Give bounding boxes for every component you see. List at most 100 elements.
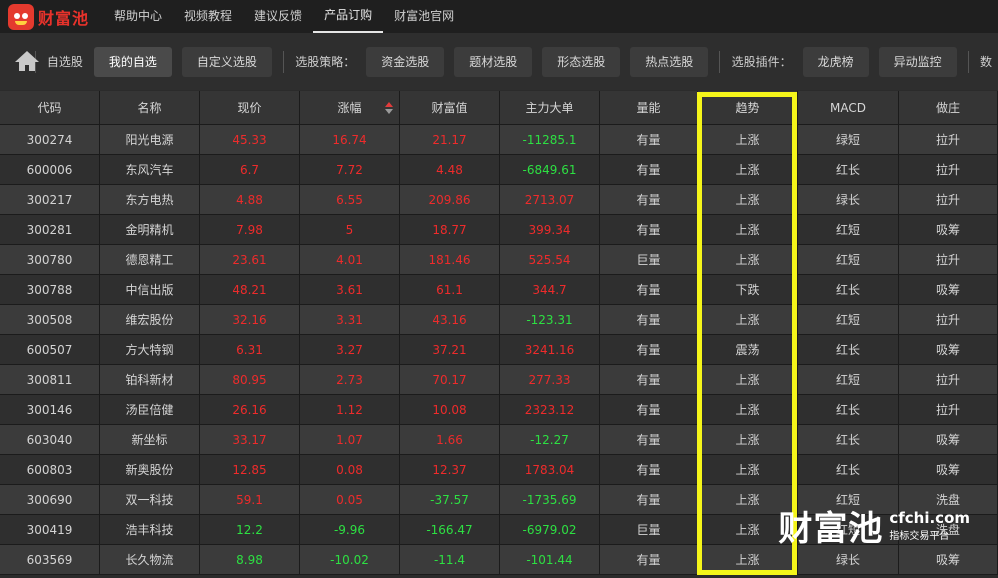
cell-main-order: -6979.02 bbox=[500, 515, 600, 544]
table-row[interactable]: 603040 新坐标 33.17 1.07 1.66 -12.27 有量 上涨 红长 吸筹 bbox=[0, 425, 998, 455]
cell-wealth: 21.17 bbox=[400, 125, 500, 154]
cell-volume: 有量 bbox=[600, 485, 698, 514]
plugin-label: 选股插件： bbox=[731, 55, 792, 69]
cell-trend: 上涨 bbox=[698, 125, 798, 154]
header-wealth[interactable]: 财富值 bbox=[400, 91, 500, 124]
table-row[interactable]: 300281 金明精机 7.98 5 18.77 399.34 有量 上涨 红短 吸筹 bbox=[0, 215, 998, 245]
cell-name: 阳光电源 bbox=[100, 125, 200, 154]
cell-dealer: 拉升 bbox=[899, 365, 998, 394]
cell-price: 4.88 bbox=[200, 185, 300, 214]
sort-arrows-icon[interactable] bbox=[385, 102, 393, 114]
table-row[interactable]: 600507 方大特钢 6.31 3.27 37.21 3241.16 有量 震荡 红长 吸筹 bbox=[0, 335, 998, 365]
table-row[interactable]: 300788 中信出版 48.21 3.61 61.1 344.7 有量 下跌 红长 吸筹 bbox=[0, 275, 998, 305]
cell-code: 603569 bbox=[0, 545, 100, 574]
cell-trend: 上涨 bbox=[698, 425, 798, 454]
cell-dealer: 拉升 bbox=[899, 185, 998, 214]
cell-wealth: 181.46 bbox=[400, 245, 500, 274]
nav-video-tutorials[interactable]: 视频教程 bbox=[173, 0, 243, 33]
app-logo[interactable]: 财富池 bbox=[8, 3, 90, 30]
cell-dealer: 吸筹 bbox=[899, 215, 998, 244]
cell-code: 603040 bbox=[0, 425, 100, 454]
cell-main-order: -123.31 bbox=[500, 305, 600, 334]
table-row[interactable]: 300508 维宏股份 32.16 3.31 43.16 -123.31 有量 上涨 红短 拉升 bbox=[0, 305, 998, 335]
cell-main-order: -101.44 bbox=[500, 545, 600, 574]
cell-price: 6.7 bbox=[200, 155, 300, 184]
toolbar-overflow-text[interactable]: 数 bbox=[980, 53, 992, 70]
cell-volume: 有量 bbox=[600, 545, 698, 574]
table-row[interactable]: 300217 东方电热 4.88 6.55 209.86 2713.07 有量 上涨 绿长 拉升 bbox=[0, 185, 998, 215]
strategy-theme-button[interactable]: 题材选股 bbox=[454, 46, 533, 77]
cell-name: 双一科技 bbox=[100, 485, 200, 514]
header-dealer[interactable]: 做庄 bbox=[899, 91, 998, 124]
table-row[interactable]: 300811 铂科新材 80.95 2.73 70.17 277.33 有量 上涨 红短 拉升 bbox=[0, 365, 998, 395]
cell-name: 浩丰科技 bbox=[100, 515, 200, 544]
plugin-anomaly-button[interactable]: 异动监控 bbox=[878, 46, 957, 77]
my-watchlist-button[interactable]: 我的自选 bbox=[93, 46, 172, 77]
header-code[interactable]: 代码 bbox=[0, 91, 100, 124]
top-menu-bar: 财富池 帮助中心 视频教程 建议反馈 产品订购 财富池官网 bbox=[0, 0, 998, 33]
header-main-order[interactable]: 主力大单 bbox=[500, 91, 600, 124]
cell-code: 300274 bbox=[0, 125, 100, 154]
cell-price: 8.98 bbox=[200, 545, 300, 574]
cell-code: 300788 bbox=[0, 275, 100, 304]
cell-change: 1.12 bbox=[300, 395, 400, 424]
cell-price: 7.98 bbox=[200, 215, 300, 244]
cell-wealth: -37.57 bbox=[400, 485, 500, 514]
cell-price: 23.61 bbox=[200, 245, 300, 274]
cell-trend: 上涨 bbox=[698, 185, 798, 214]
nav-official-site[interactable]: 财富池官网 bbox=[383, 0, 465, 33]
cell-name: 方大特钢 bbox=[100, 335, 200, 364]
cell-macd: 红短 bbox=[798, 245, 899, 274]
header-price[interactable]: 现价 bbox=[200, 91, 300, 124]
cell-volume: 有量 bbox=[600, 425, 698, 454]
cell-volume: 有量 bbox=[600, 125, 698, 154]
home-icon[interactable] bbox=[14, 49, 39, 75]
cell-price: 59.1 bbox=[200, 485, 300, 514]
custom-screen-button[interactable]: 自定义选股 bbox=[181, 46, 272, 77]
header-change[interactable]: 涨幅 bbox=[300, 91, 400, 124]
strategy-hot-button[interactable]: 热点选股 bbox=[630, 46, 709, 77]
cell-main-order: 277.33 bbox=[500, 365, 600, 394]
cell-macd: 红长 bbox=[798, 155, 899, 184]
nav-help-center[interactable]: 帮助中心 bbox=[103, 0, 173, 33]
cell-code: 300146 bbox=[0, 395, 100, 424]
cell-wealth: 1.66 bbox=[400, 425, 500, 454]
logo-text: 财富池 bbox=[38, 8, 90, 28]
app-window: 财富池 帮助中心 视频教程 建议反馈 产品订购 财富池官网 自选股 我的自选 自… bbox=[0, 0, 998, 578]
cell-macd: 红长 bbox=[798, 395, 899, 424]
nav-product-order[interactable]: 产品订购 bbox=[313, 0, 384, 33]
cell-wealth: 209.86 bbox=[400, 185, 500, 214]
table-row[interactable]: 300780 德恩精工 23.61 4.01 181.46 525.54 巨量 上涨 红短 拉升 bbox=[0, 245, 998, 275]
cell-main-order: -1735.69 bbox=[500, 485, 600, 514]
cell-volume: 巨量 bbox=[600, 245, 698, 274]
cell-main-order: -6849.61 bbox=[500, 155, 600, 184]
cell-change: 0.05 bbox=[300, 485, 400, 514]
cell-code: 300780 bbox=[0, 245, 100, 274]
table-row[interactable]: 600006 东风汽车 6.7 7.72 4.48 -6849.61 有量 上涨 红长 拉升 bbox=[0, 155, 998, 185]
table-row[interactable]: 300146 汤臣倍健 26.16 1.12 10.08 2323.12 有量 上涨 红长 拉升 bbox=[0, 395, 998, 425]
cell-price: 45.33 bbox=[200, 125, 300, 154]
header-macd[interactable]: MACD bbox=[798, 91, 899, 124]
cell-volume: 有量 bbox=[600, 275, 698, 304]
cell-code: 300419 bbox=[0, 515, 100, 544]
cell-dealer: 吸筹 bbox=[899, 335, 998, 364]
header-change-label: 涨幅 bbox=[337, 101, 362, 115]
cell-price: 6.31 bbox=[200, 335, 300, 364]
table-row[interactable]: 600803 新奥股份 12.85 0.08 12.37 1783.04 有量 上涨 红长 吸筹 bbox=[0, 455, 998, 485]
cell-change: 3.27 bbox=[300, 335, 400, 364]
header-trend[interactable]: 趋势 bbox=[698, 91, 798, 124]
plugin-dragon-tiger-button[interactable]: 龙虎榜 bbox=[802, 46, 869, 77]
cell-name: 东风汽车 bbox=[100, 155, 200, 184]
cell-main-order: 3241.16 bbox=[500, 335, 600, 364]
cell-volume: 有量 bbox=[600, 455, 698, 484]
header-volume[interactable]: 量能 bbox=[600, 91, 698, 124]
strategy-fund-button[interactable]: 资金选股 bbox=[366, 46, 445, 77]
table-row[interactable]: 300274 阳光电源 45.33 16.74 21.17 -11285.1 有量 上涨 绿短拉… bbox=[0, 125, 998, 155]
cell-volume: 有量 bbox=[600, 365, 698, 394]
header-name[interactable]: 名称 bbox=[100, 91, 200, 124]
nav-feedback[interactable]: 建议反馈 bbox=[243, 0, 313, 33]
cell-dealer: 拉升 bbox=[899, 125, 998, 154]
strategy-pattern-button[interactable]: 形态选股 bbox=[542, 46, 621, 77]
cell-name: 铂科新材 bbox=[100, 365, 200, 394]
cell-main-order: 525.54 bbox=[500, 245, 600, 274]
